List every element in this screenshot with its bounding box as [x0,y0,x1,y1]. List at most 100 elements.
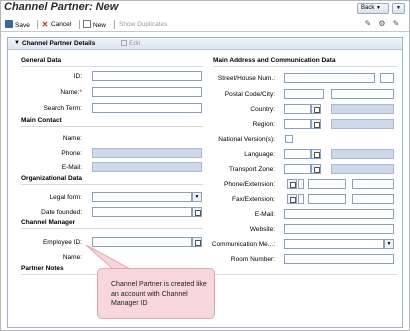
communication-method-dropdown-icon[interactable]: ▼ [384,239,394,249]
country-description [331,104,394,114]
toolbar-divider [79,20,80,29]
postal-code-input[interactable] [284,89,324,99]
name-input[interactable] [92,87,202,97]
search-term-label: Search Term: [43,105,82,112]
country-label: Country: [250,106,275,113]
edit-label: Edit [129,40,141,47]
region-input[interactable] [284,119,311,129]
manager-name-label: Name: [62,254,82,261]
back-button[interactable]: Back ▼ [357,3,389,14]
country-input[interactable] [284,104,311,114]
annotation-callout: Channel Partner is created like an accou… [97,268,215,319]
collapse-icon[interactable]: ▼ [14,40,20,46]
language-help-icon[interactable] [311,149,321,159]
new-document-icon [83,20,91,28]
edit-button[interactable]: Edit [121,40,140,47]
id-input[interactable] [92,71,202,81]
toolbar: Save ✕ Cancel New Show Duplicates ✎ ⚙ ✎ [1,17,409,32]
section-divider [213,66,397,67]
transport-zone-description [331,164,394,174]
city-input[interactable] [331,89,394,99]
street-input[interactable] [284,73,375,83]
website-input[interactable] [284,224,394,234]
back-dropdown-icon: ▼ [376,5,381,11]
employee-id-input[interactable] [92,237,192,247]
region-help-icon[interactable] [311,119,321,129]
organizational-data-heading: Organizational Data [21,175,83,182]
save-label: Save [15,22,30,29]
toolbar-divider [114,20,115,29]
email-input[interactable] [284,209,394,219]
personalize-icon[interactable]: ✎ [363,19,373,29]
new-button[interactable]: New [83,20,106,30]
section-divider [21,228,203,229]
contact-email-field [92,162,202,172]
phone-extension-label: Phone/Extension: [224,181,275,188]
postal-city-label: Postal Code/City: [224,91,275,98]
phone-field [92,148,202,158]
house-number-input[interactable] [380,73,394,83]
language-input[interactable] [284,149,311,159]
back-label: Back [361,5,375,11]
room-number-input[interactable] [284,254,394,264]
fax-number-input[interactable] [308,194,346,204]
save-button[interactable]: Save [5,20,30,30]
new-label: New [93,22,107,29]
website-label: Website: [249,226,275,233]
history-dropdown-button[interactable]: ▼ [392,3,405,14]
toolbar-divider [37,20,38,29]
phone-country-input[interactable] [298,179,304,189]
phone-extension-input[interactable] [352,179,394,189]
region-description [331,119,394,129]
language-label: Language: [244,151,275,158]
email-label: E-Mail: [254,211,275,218]
print-icon[interactable]: ⚙ [377,19,387,29]
address-heading: Main Address and Communication Data [213,57,336,64]
fax-country-input[interactable] [298,194,304,204]
page-title: Channel Partner: New [4,1,119,13]
room-number-label: Room Number: [230,256,275,263]
general-data-heading: General Data [21,57,62,64]
date-founded-label: Date founded: [41,209,82,216]
cancel-label: Cancel [51,21,72,28]
legal-form-select[interactable] [92,192,192,202]
main-contact-heading: Main Contact [21,117,62,124]
cancel-icon: ✕ [41,20,49,29]
section-divider [21,184,203,185]
street-label: Street/House Num.: [217,75,275,82]
phone-number-input[interactable] [308,179,346,189]
calendar-icon[interactable] [192,207,202,217]
contact-email-label: E-Mail: [61,164,82,171]
channel-manager-heading: Channel Manager [21,219,76,226]
search-term-input[interactable] [92,103,202,113]
fax-extension-label: Fax/Extension: [232,196,275,203]
show-duplicates-button[interactable]: Show Duplicates [119,20,167,30]
employee-search-icon[interactable] [192,237,202,247]
fax-extension-input[interactable] [352,194,394,204]
legal-form-dropdown-icon[interactable]: ▼ [192,192,202,202]
phone-country-help-icon[interactable] [287,179,297,189]
national-versions-checkbox[interactable] [285,135,293,143]
name-label: Name:* [20,89,82,96]
transport-zone-input[interactable] [284,164,311,174]
region-label: Region: [252,121,275,128]
name-label-text: Name: [60,89,80,96]
section-divider [21,66,203,67]
contact-name-label: Name: [62,135,82,142]
communication-method-label: Communication Me...: [211,241,275,248]
help-icon[interactable]: ✎ [391,19,401,29]
date-founded-input[interactable] [92,207,192,217]
employee-id-label: Employee ID: [42,239,82,246]
national-versions-label: National Version(s): [218,136,275,143]
transport-zone-label: Transport Zone: [228,166,275,173]
transport-zone-help-icon[interactable] [311,164,321,174]
communication-method-select[interactable] [284,239,384,249]
save-icon [5,20,13,28]
title-bar: Channel Partner: New Back ▼ ▼ [1,1,409,16]
fax-country-help-icon[interactable] [287,194,297,204]
cancel-button[interactable]: ✕ Cancel [41,20,72,30]
legal-form-label: Legal form: [49,194,82,201]
callout-text: Channel Partner is created like an accou… [111,281,207,307]
panel-header[interactable]: ▼ Channel Partner Details Edit [8,38,402,50]
country-help-icon[interactable] [311,104,321,114]
